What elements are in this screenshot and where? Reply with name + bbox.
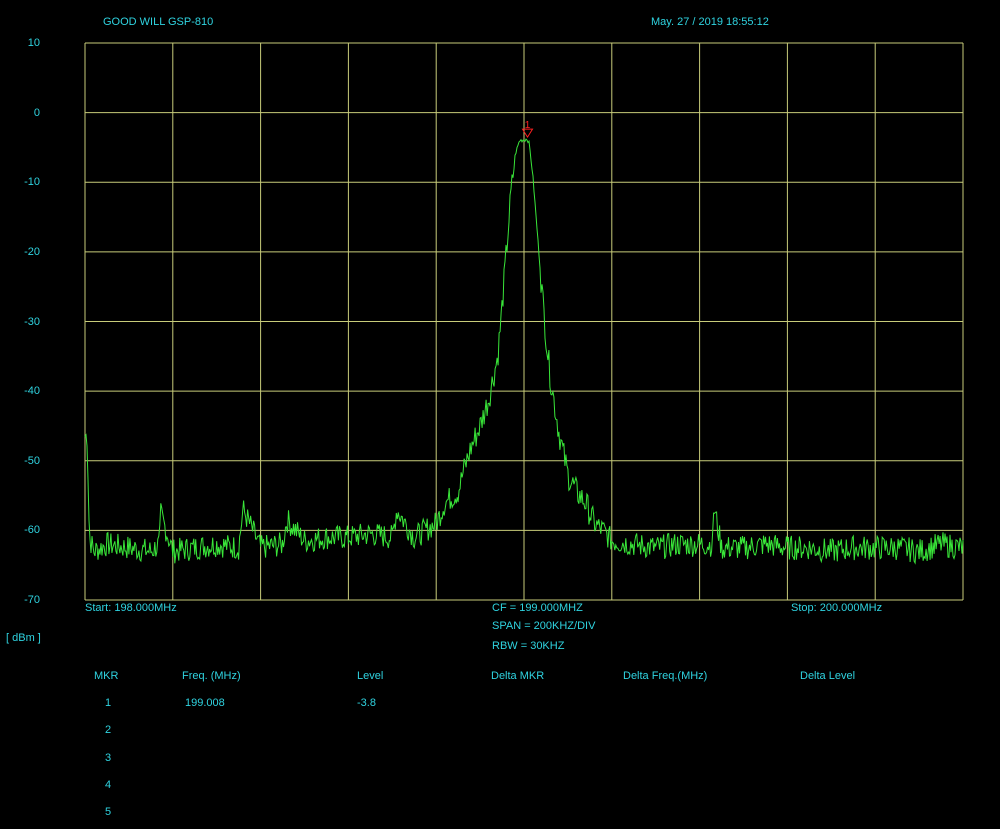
marker-number: 1: [105, 697, 112, 709]
rbw-label: RBW = 30KHZ: [492, 640, 565, 652]
spectrum-plot: 1: [84, 42, 964, 601]
marker-label: 1: [525, 120, 531, 131]
header-mkr: MKR: [94, 670, 119, 682]
marker-number: 2: [105, 724, 112, 736]
header-level: Level: [357, 670, 384, 682]
start-frequency-label: Start: 198.000MHz: [85, 602, 177, 614]
marker-number: 3: [105, 752, 112, 764]
center-frequency-label: CF = 199.000MHZ: [492, 602, 583, 614]
header-delta-level: Delta Level: [800, 670, 856, 682]
header-delta-mkr: Delta MKR: [491, 670, 545, 682]
marker-number: 5: [105, 806, 112, 818]
marker-level: -3.8: [357, 697, 376, 709]
marker-number: 4: [105, 779, 112, 791]
marker-frequency: 199.008: [185, 697, 225, 709]
span-label: SPAN = 200KHZ/DIV: [492, 620, 596, 632]
stop-frequency-label: Stop: 200.000MHz: [791, 602, 883, 614]
header-delta-freq: Delta Freq.(MHz): [623, 670, 708, 682]
header-freq: Freq. (MHz): [182, 670, 241, 682]
